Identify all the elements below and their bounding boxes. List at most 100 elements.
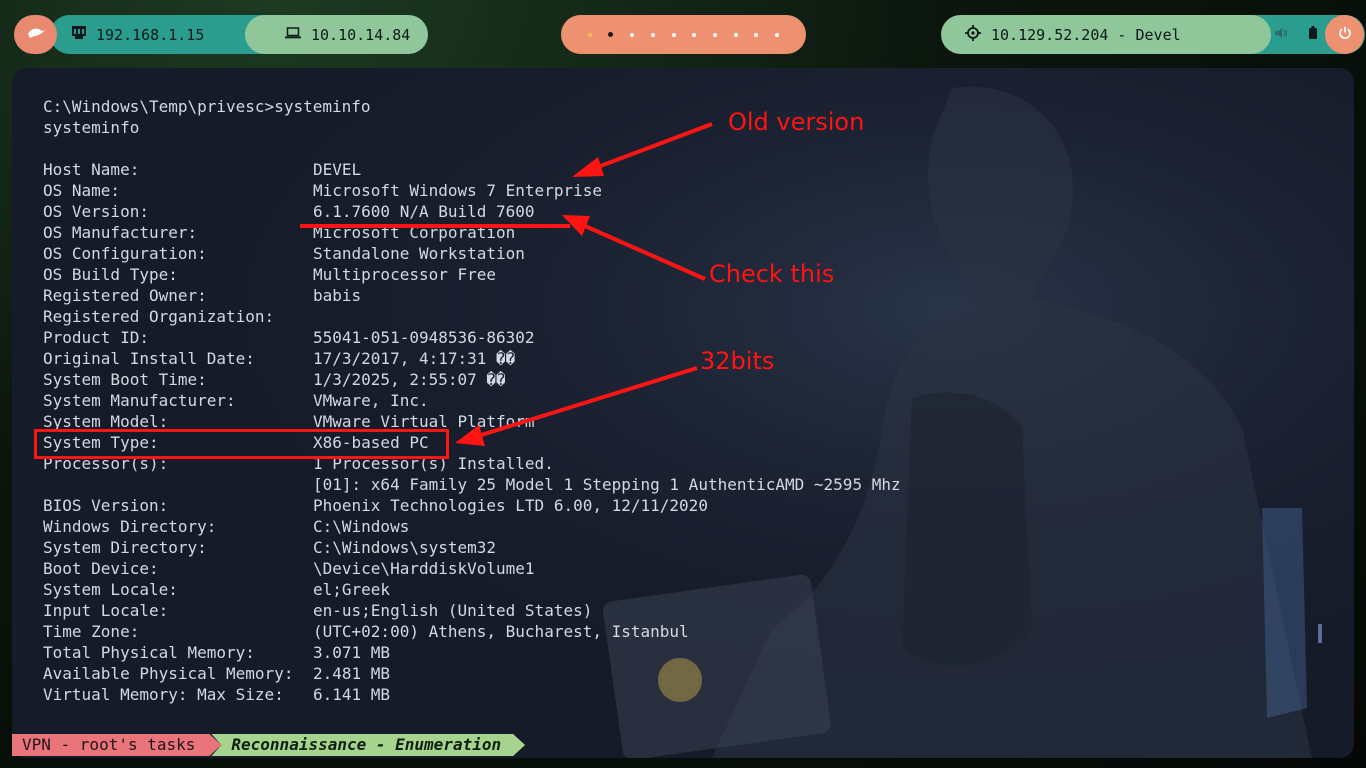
- info-line: BIOS Version: Phoenix Technologies LTD 6.…: [43, 495, 901, 516]
- info-value: DEVEL: [313, 160, 362, 179]
- workspace-7[interactable]: [713, 32, 718, 37]
- info-line: Available Physical Memory: 2.481 MB: [43, 663, 901, 684]
- workspace-8[interactable]: [733, 32, 738, 37]
- info-key: OS Configuration:: [43, 244, 207, 263]
- info-key: Windows Directory:: [43, 517, 217, 536]
- info-key: OS Build Type:: [43, 265, 178, 284]
- info-value: en-us;English (United States): [313, 601, 593, 620]
- workspace-9[interactable]: [754, 32, 759, 37]
- info-line: System Manufacturer: VMware, Inc.: [43, 390, 901, 411]
- info-key: Host Name:: [43, 160, 140, 179]
- info-value: VMware, Inc.: [313, 391, 429, 410]
- info-line: Time Zone: (UTC+02:00) Athens, Bucharest,…: [43, 621, 901, 642]
- local-ip: 192.168.1.15: [96, 25, 205, 44]
- info-value: Microsoft Corporation: [313, 223, 516, 242]
- info-value: 6.141 MB: [313, 685, 391, 704]
- power-button[interactable]: [1325, 15, 1364, 54]
- info-line: [01]: x64 Family 25 Model 1 Stepping 1 A…: [43, 474, 901, 495]
- crosshair-icon: [965, 24, 981, 45]
- vpn-ip: 10.10.14.84: [311, 25, 411, 44]
- info-key: Boot Device:: [43, 559, 159, 578]
- info-line: Input Locale: en-us;English (United State…: [43, 600, 901, 621]
- menu-icon: [26, 24, 46, 45]
- info-key: System Locale:: [43, 580, 178, 599]
- info-key: Registered Organization:: [43, 307, 275, 326]
- terminal-window[interactable]: C:\Windows\Temp\privesc>systeminfo syste…: [12, 68, 1354, 758]
- battery-icon: [1309, 26, 1317, 43]
- info-line: Total Physical Memory: 3.071 MB: [43, 642, 901, 663]
- info-value: el;Greek: [313, 580, 391, 599]
- info-line: OS Name: Microsoft Windows 7 Enterprise: [43, 180, 901, 201]
- 32bits-label: 32bits: [700, 347, 775, 375]
- tmux-status-bar: VPN - root's tasks Reconnaissance - Enum…: [12, 734, 525, 756]
- info-line: Host Name: DEVEL: [43, 159, 901, 180]
- target-indicator: 10.129.52.204 - Devel: [941, 15, 1271, 54]
- power-icon: [1338, 25, 1352, 44]
- info-value: Standalone Workstation: [313, 244, 525, 263]
- workspace-indicator: [561, 15, 806, 54]
- info-value: 3.071 MB: [313, 643, 391, 662]
- workspace-1[interactable]: [587, 32, 592, 37]
- info-value: 1/3/2025, 2:55:07 ��: [313, 370, 506, 389]
- info-line: Registered Organization:: [43, 306, 901, 327]
- info-line: Windows Directory: C:\Windows: [43, 516, 901, 537]
- workspace-10[interactable]: [775, 32, 780, 37]
- info-key: System Boot Time:: [43, 370, 207, 389]
- info-value: C:\Windows: [313, 517, 410, 536]
- old-version-label: Old version: [728, 108, 865, 136]
- vpn-ip-segment: 10.10.14.84: [245, 15, 428, 54]
- info-key: OS Manufacturer:: [43, 223, 198, 242]
- system-type-highlight: [34, 429, 449, 459]
- info-key: System Manufacturer:: [43, 391, 236, 410]
- info-key: Input Locale:: [43, 601, 169, 620]
- info-line: Boot Device: \Device\HarddiskVolume1: [43, 558, 901, 579]
- info-key: Virtual Memory: Max Size:: [43, 685, 284, 704]
- ip-status-group: 192.168.1.15 10.10.14.84: [50, 15, 428, 54]
- info-key: Registered Owner:: [43, 286, 207, 305]
- info-key: Total Physical Memory:: [43, 643, 255, 662]
- terminal-cursor: [1318, 624, 1322, 643]
- info-value: C:\Windows\system32: [313, 538, 497, 557]
- info-value: (UTC+02:00) Athens, Bucharest, Istanbul: [313, 622, 689, 641]
- info-value: [01]: x64 Family 25 Model 1 Stepping 1 A…: [313, 475, 901, 494]
- info-key: OS Version:: [43, 202, 149, 221]
- info-line: Product ID: 55041-051-0948536-86302: [43, 327, 901, 348]
- window-tab[interactable]: Reconnaissance - Enumeration: [211, 734, 525, 756]
- target-ip: 10.129.52.204 - Devel: [991, 25, 1181, 44]
- info-value: Microsoft Windows 7 Enterprise: [313, 181, 602, 200]
- info-value: \Device\HarddiskVolume1: [313, 559, 535, 578]
- laptop-icon: [285, 26, 301, 43]
- info-key: OS Name:: [43, 181, 121, 200]
- info-value: 17/3/2017, 4:17:31 ��: [313, 349, 516, 368]
- workspace-5[interactable]: [671, 32, 676, 37]
- info-line: Virtual Memory: Max Size: 6.141 MB: [43, 684, 901, 705]
- info-line: System Directory: C:\Windows\system32: [43, 537, 901, 558]
- info-line: OS Version: 6.1.7600 N/A Build 7600: [43, 201, 901, 222]
- info-value: 6.1.7600 N/A Build 7600: [313, 202, 535, 221]
- info-key: Available Physical Memory:: [43, 664, 294, 683]
- local-ip-segment: 192.168.1.15: [50, 15, 245, 54]
- session-tab[interactable]: VPN - root's tasks: [12, 734, 221, 756]
- volume-icon[interactable]: [1275, 27, 1288, 42]
- info-line: OS Manufacturer: Microsoft Corporation: [43, 222, 901, 243]
- info-key: Product ID:: [43, 328, 149, 347]
- info-key: System Directory:: [43, 538, 207, 557]
- workspace-3[interactable]: [630, 32, 635, 37]
- workspace-2[interactable]: [608, 32, 614, 37]
- menu-button[interactable]: [14, 15, 57, 54]
- info-value: 2.481 MB: [313, 664, 391, 683]
- info-value: Multiprocessor Free: [313, 265, 497, 284]
- info-line: System Locale: el;Greek: [43, 579, 901, 600]
- info-value: babis: [313, 286, 362, 305]
- info-line: Registered Owner: babis: [43, 285, 901, 306]
- info-value: 55041-051-0948536-86302: [313, 328, 535, 347]
- workspace-6[interactable]: [692, 32, 697, 37]
- check-this-label: Check this: [709, 260, 835, 288]
- info-key: BIOS Version:: [43, 496, 169, 515]
- info-value: Phoenix Technologies LTD 6.00, 12/11/202…: [313, 496, 708, 515]
- terminal-output: C:\Windows\Temp\privesc>systeminfo syste…: [43, 96, 901, 705]
- info-key: Original Install Date:: [43, 349, 255, 368]
- info-key: Time Zone:: [43, 622, 140, 641]
- workspace-4[interactable]: [650, 32, 655, 37]
